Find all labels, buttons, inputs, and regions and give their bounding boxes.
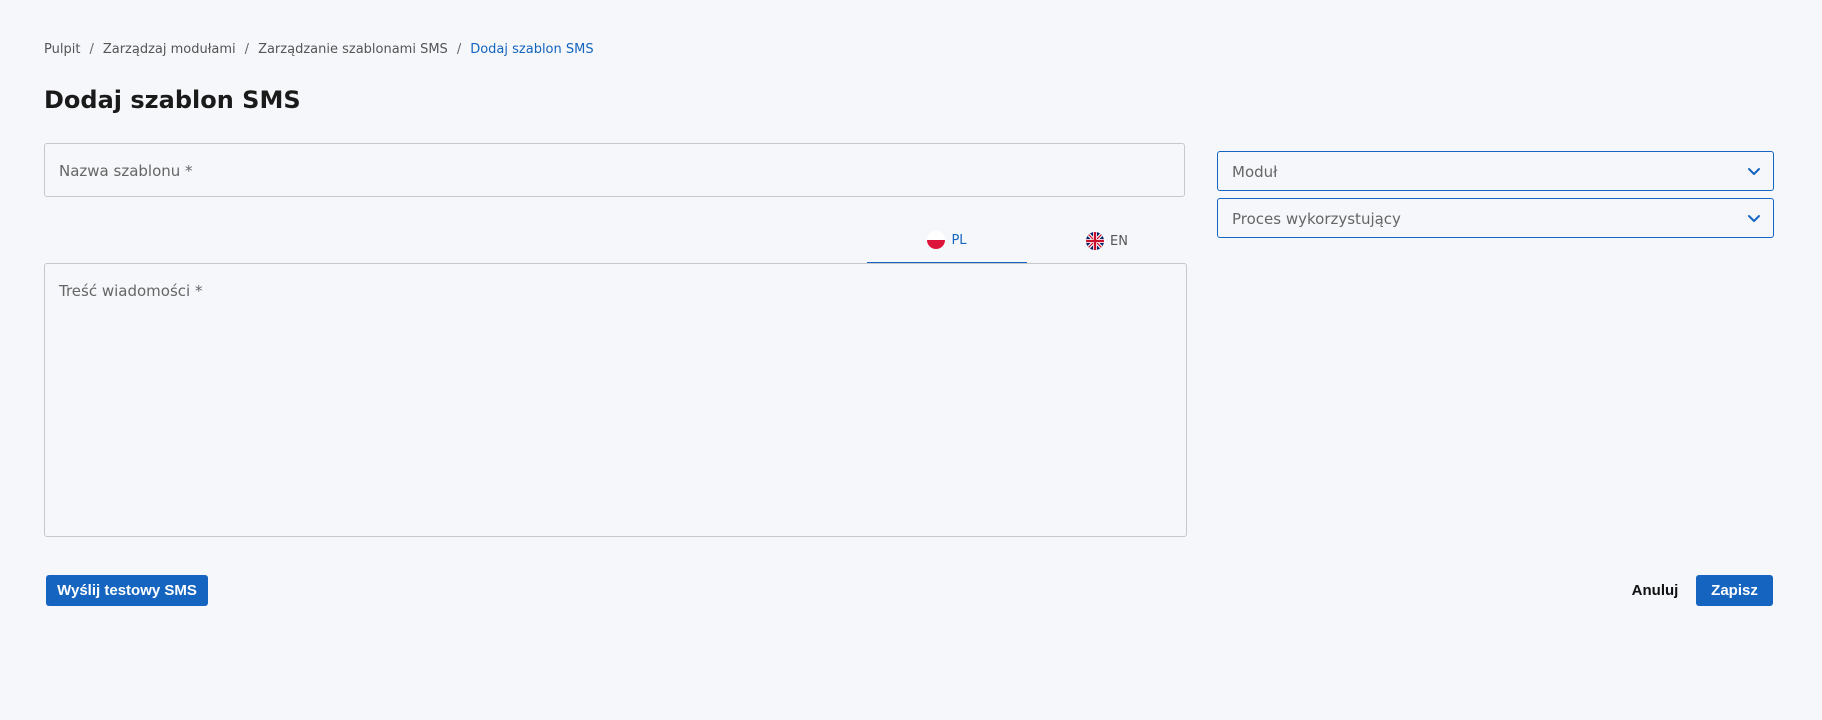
save-button[interactable]: Zapisz: [1696, 575, 1773, 606]
cancel-button[interactable]: Anuluj: [1620, 575, 1690, 606]
breadcrumb-item-modules[interactable]: Zarządzaj modułami: [103, 42, 236, 57]
page: Pulpit / Zarządzaj modułami / Zarządzani…: [0, 0, 1822, 720]
message-textarea[interactable]: Treść wiadomości *: [44, 263, 1187, 537]
breadcrumb: Pulpit / Zarządzaj modułami / Zarządzani…: [44, 42, 594, 57]
breadcrumb-item-sms-templates[interactable]: Zarządzanie szablonami SMS: [258, 42, 448, 57]
chevron-down-icon: [1748, 215, 1760, 222]
poland-flag-icon: [927, 231, 946, 249]
breadcrumb-item-current: Dodaj szablon SMS: [470, 42, 594, 57]
breadcrumb-separator: /: [244, 42, 250, 57]
tab-en[interactable]: EN: [1027, 218, 1187, 264]
template-name-input[interactable]: Nazwa szablonu *: [44, 143, 1185, 197]
page-title: Dodaj szablon SMS: [44, 86, 301, 114]
tab-en-label: EN: [1110, 233, 1128, 249]
module-select-placeholder: Moduł: [1232, 163, 1278, 181]
module-select[interactable]: Moduł: [1217, 151, 1774, 191]
language-tabs: PL EN: [867, 218, 1187, 264]
message-placeholder: Treść wiadomości *: [59, 282, 203, 300]
breadcrumb-separator: /: [456, 42, 462, 57]
uk-flag-icon: [1086, 232, 1105, 250]
breadcrumb-separator: /: [89, 42, 94, 57]
process-select[interactable]: Proces wykorzystujący: [1217, 198, 1774, 238]
tab-pl-label: PL: [951, 232, 967, 248]
tab-pl[interactable]: PL: [867, 218, 1027, 264]
breadcrumb-item-pulpit[interactable]: Pulpit: [44, 42, 80, 57]
process-select-placeholder: Proces wykorzystujący: [1232, 210, 1401, 228]
chevron-down-icon: [1748, 168, 1760, 175]
template-name-placeholder: Nazwa szablonu *: [59, 162, 193, 180]
send-test-sms-button[interactable]: Wyślij testowy SMS: [46, 575, 208, 606]
